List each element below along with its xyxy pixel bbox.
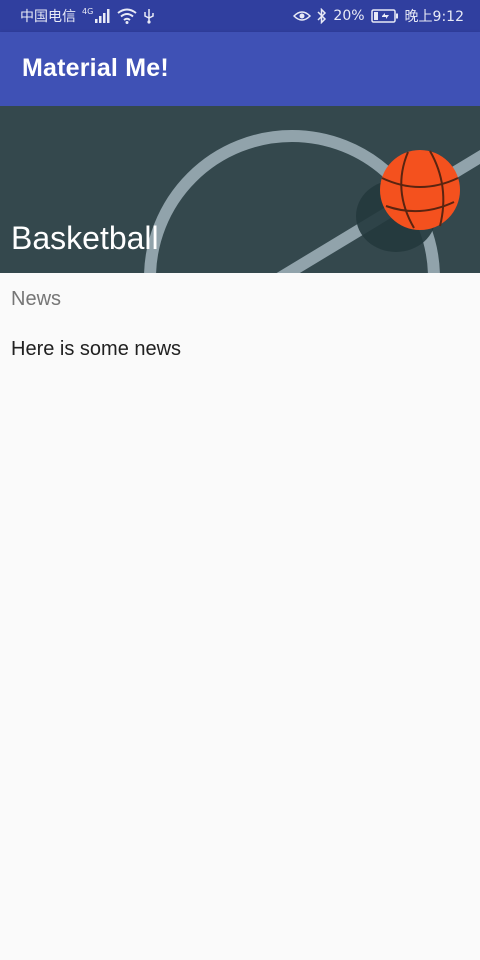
status-left: 中国电信 4G	[20, 0, 155, 32]
carrier-label: 中国电信	[20, 9, 76, 25]
app-title: Material Me!	[22, 54, 169, 82]
battery-icon	[370, 9, 399, 23]
usb-icon	[143, 8, 155, 24]
sport-banner-image: Basketball	[0, 106, 480, 273]
basketball-icon	[380, 150, 460, 230]
bluetooth-icon	[317, 8, 327, 24]
wifi-icon	[117, 8, 137, 24]
sport-subtitle: News	[11, 288, 62, 310]
status-right: 20% 晚上9:12	[293, 0, 464, 32]
network-type-label: 4G	[82, 6, 94, 16]
battery-percent-label: 20%	[333, 8, 365, 24]
sport-detail-text: Here is some news	[11, 338, 182, 360]
banner-title: Basketball	[11, 220, 159, 256]
clock-label: 晚上9:12	[404, 9, 464, 25]
signal-icon	[95, 9, 111, 23]
status-bar: 中国电信 4G 20% 晚上9:12	[0, 0, 480, 32]
eye-icon	[293, 10, 312, 22]
app-bar: Material Me!	[0, 32, 480, 106]
